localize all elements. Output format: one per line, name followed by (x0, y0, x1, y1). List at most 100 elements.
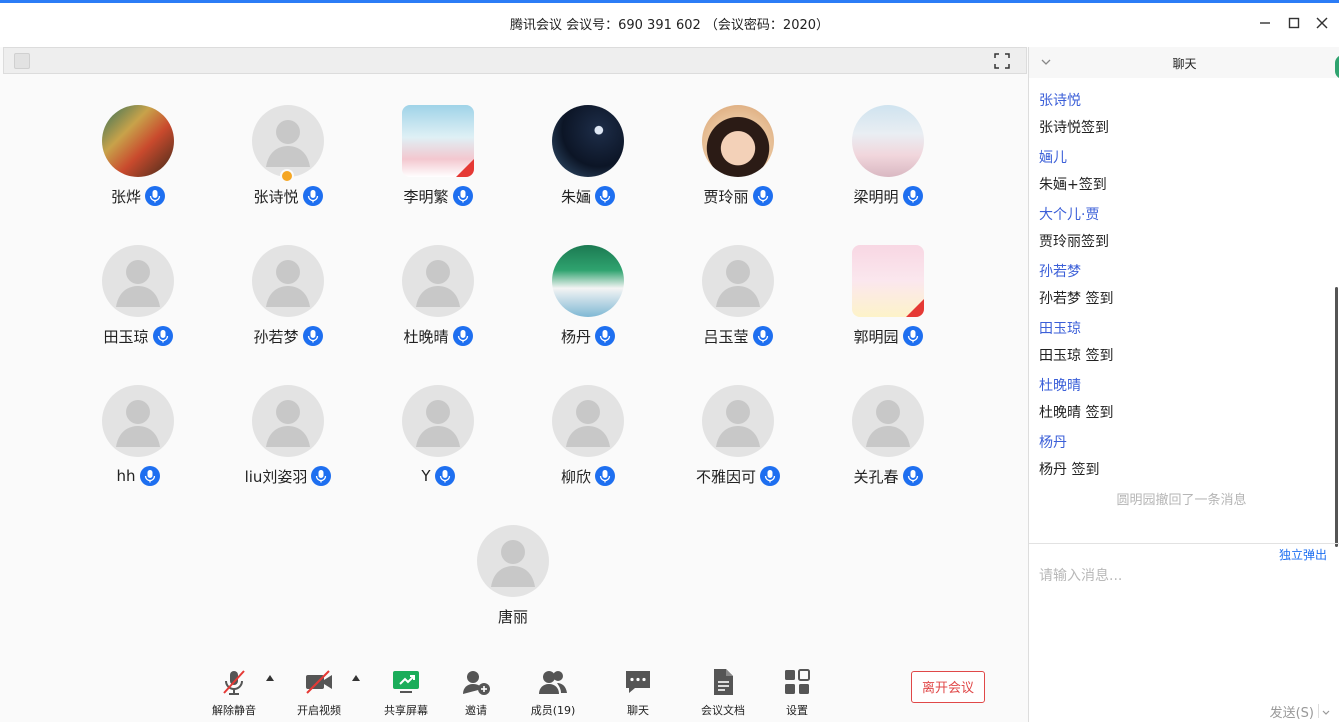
unmute-label: 解除静音 (212, 704, 256, 717)
mic-on-icon (145, 186, 165, 206)
start-video-button[interactable]: 开启视频 (284, 667, 354, 717)
chat-sender[interactable]: 杨丹 (1039, 432, 1099, 452)
participant-tile[interactable]: 朱婳 (513, 105, 663, 225)
default-person-icon (116, 400, 160, 447)
chat-sender[interactable]: 张诗悦 (1039, 90, 1109, 110)
chat-button[interactable]: 聊天 (603, 667, 673, 717)
participant-tile[interactable]: 贾玲丽 (663, 105, 813, 225)
leave-meeting-button[interactable]: 离开会议 (911, 671, 985, 703)
mic-on-icon (752, 326, 773, 346)
chat-message: 杨丹 杨丹 签到 (1039, 432, 1099, 479)
default-person-icon (491, 540, 535, 587)
avatar (852, 385, 924, 457)
chat-divider (1029, 543, 1339, 544)
invite-button[interactable]: 邀请 (441, 667, 511, 717)
participant-tile[interactable]: 不雅因可 (663, 385, 813, 505)
avatar (252, 385, 324, 457)
avatar (852, 105, 924, 177)
send-options-chevron-icon[interactable] (1318, 704, 1333, 718)
chat-message-list: 圆明园撤回了一条消息 张诗悦 张诗悦签到 婳儿 朱婳+签到 大个儿·贾 贾玲丽签到 孙若梦孙… (1029, 78, 1334, 542)
minimize-button[interactable] (1256, 14, 1274, 32)
participant-tile[interactable]: 梁明明 (813, 105, 963, 225)
participant-name: 朱婳 (560, 187, 591, 206)
meeting-toolbar: 解除静音 开启视频 共享屏幕 邀请 成员(19) 聊天 会议文档 设置 离开会议 (3, 659, 1027, 722)
chat-message: 田玉琼 田玉琼 签到 (1039, 318, 1113, 365)
avatar (477, 525, 549, 597)
chat-sender[interactable]: 孙若梦 (1039, 261, 1113, 281)
chat-sender[interactable]: 婳儿 (1039, 147, 1107, 167)
participant-tile[interactable]: 柳欣 (513, 385, 663, 505)
participant-tile[interactable]: 张诗悦 (213, 105, 363, 225)
settings-grid-icon (785, 669, 810, 694)
members-button[interactable]: 成员(19) (518, 667, 588, 717)
chat-content: 田玉琼 签到 (1039, 348, 1114, 364)
participant-tile[interactable]: 杜晚晴 (363, 245, 513, 365)
meeting-docs-button[interactable]: 会议文档 (688, 667, 758, 717)
participant-name: 吕玉莹 (703, 327, 749, 346)
participant-tile[interactable]: 孙若梦 (213, 245, 363, 365)
participant-name-row: liu刘姿羽 (213, 465, 363, 487)
mic-on-icon (760, 466, 780, 486)
close-button[interactable] (1313, 14, 1331, 32)
participant-name: 田玉琼 (103, 327, 149, 346)
chat-content: 杨丹 签到 (1039, 462, 1100, 478)
participant-name: hh (116, 467, 136, 485)
default-person-icon (716, 400, 760, 447)
chat-sender[interactable]: 田玉琼 (1039, 318, 1113, 338)
mic-on-icon (595, 326, 615, 346)
default-person-icon (416, 400, 460, 447)
avatar (552, 245, 624, 317)
participant-tile[interactable]: Y (363, 385, 513, 505)
participant-name: 不雅因可 (695, 467, 756, 486)
popout-chat-link[interactable]: 独立弹出 (1279, 546, 1327, 563)
chat-content: 贾玲丽签到 (1039, 234, 1109, 250)
meeting-docs-label: 会议文档 (701, 704, 745, 717)
flag-badge-icon (906, 299, 924, 317)
fullscreen-icon[interactable] (994, 53, 1010, 69)
chat-scrollbar[interactable] (1335, 287, 1338, 547)
chat-title: 聊天 (1172, 57, 1197, 71)
avatar (252, 245, 324, 317)
chat-header: 聊天 (1029, 47, 1339, 79)
mic-on-icon (902, 186, 923, 206)
participant-tile[interactable]: 唐丽 (438, 525, 588, 645)
participant-tile[interactable]: hh (63, 385, 213, 505)
title-bar: 腾讯会议 会议号：690 391 602 （会议密码：2020） (0, 3, 1339, 47)
participant-name: 李明繁 (403, 187, 449, 206)
chat-bubble-icon (626, 671, 650, 693)
settings-button[interactable]: 设置 (762, 667, 832, 717)
maximize-icon (1288, 17, 1300, 29)
participant-tile[interactable]: 杨丹 (513, 245, 663, 365)
share-screen-button[interactable]: 共享屏幕 (371, 667, 441, 717)
chat-sender[interactable]: 杜晚晴 (1039, 375, 1113, 395)
participant-name-row: 朱婳 (513, 185, 663, 207)
participant-name: 杜晚晴 (403, 327, 449, 346)
video-area: 张烨 张诗悦 李明繁 朱婳 贾玲丽 梁明明田玉琼 孙若梦 杜晚晴 杨丹 吕玉莹 郭明园 hh liu刘姿… (3, 47, 1027, 722)
chat-message-input[interactable] (1039, 565, 1329, 705)
participant-tile[interactable]: 吕玉莹 (663, 245, 813, 365)
share-screen-label: 共享屏幕 (384, 704, 428, 717)
maximize-button[interactable] (1285, 14, 1303, 32)
chat-sender[interactable]: 大个儿·贾 (1039, 204, 1109, 224)
participant-name-row: 柳欣 (513, 465, 663, 487)
participant-tile[interactable]: 李明繁 (363, 105, 513, 225)
participant-name-row: 唐丽 (438, 605, 588, 627)
participant-tile[interactable]: liu刘姿羽 (213, 385, 363, 505)
security-shield-icon[interactable] (14, 53, 30, 69)
video-options-caret[interactable] (352, 675, 360, 681)
send-button[interactable]: 发送(S) (1270, 702, 1314, 721)
participant-name: Y (421, 467, 431, 485)
window-title: 腾讯会议 会议号：690 391 602 （会议密码：2020） (509, 18, 830, 33)
settings-label: 设置 (786, 704, 808, 717)
participant-tile[interactable]: 关孔春 (813, 385, 963, 505)
participant-tile[interactable]: 张烨 (63, 105, 213, 225)
audio-options-caret[interactable] (266, 675, 274, 681)
unmute-button[interactable]: 解除静音 (199, 667, 269, 717)
participant-name-row: 李明繁 (363, 185, 513, 207)
participant-tile[interactable]: 田玉琼 (63, 245, 213, 365)
status-indicator (1335, 55, 1339, 79)
participant-tile[interactable]: 郭明园 (813, 245, 963, 365)
mic-on-icon (752, 186, 773, 206)
avatar (402, 245, 474, 317)
participant-name-row: 贾玲丽 (663, 185, 813, 207)
